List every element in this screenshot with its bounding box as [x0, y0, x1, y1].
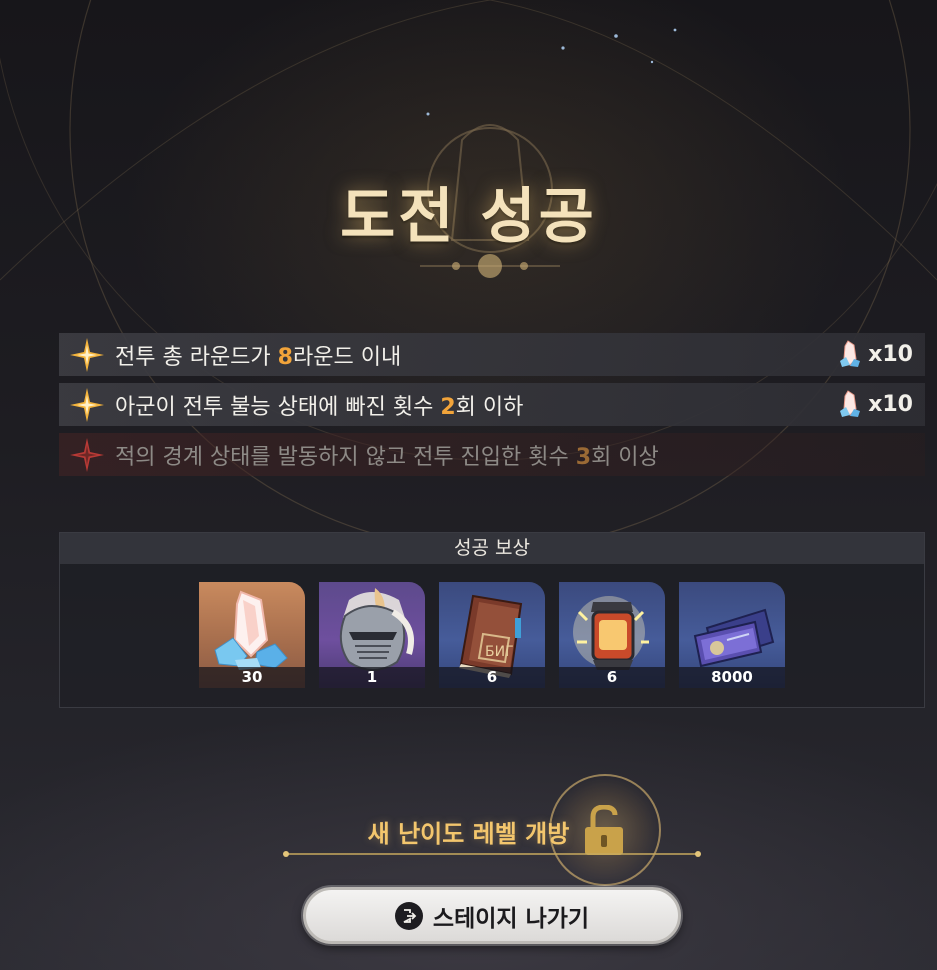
crystal-icon	[840, 340, 861, 367]
mission-text: 적의 경계 상태를 발동하지 않고 전투 진입한 횟수 3회 이상	[115, 444, 659, 470]
success-rewards-panel: 성공 보상 30 1 БИГ 6 6 8000	[59, 532, 925, 708]
exit-stage-button[interactable]: 스테이지 나가기	[303, 887, 681, 944]
item-count: 30	[199, 667, 305, 688]
mission-list: 전투 총 라운드가 8라운드 이내 x10 아군이 전투 불능 상태에 빠진 횟…	[59, 333, 925, 483]
svg-text:БИГ: БИГ	[485, 644, 514, 660]
page-title: 도전 성공	[340, 182, 597, 252]
star-icon	[70, 337, 104, 372]
mission-highlight: 3	[575, 444, 592, 470]
mission-reward: x10	[836, 389, 913, 419]
unlocked-padlock-icon	[585, 805, 623, 855]
reward-quantity: x10	[868, 341, 913, 367]
reward-quantity: x10	[868, 391, 913, 417]
mission-row: 전투 총 라운드가 8라운드 이내 x10	[59, 333, 925, 376]
mission-row-failed: 적의 경계 상태를 발동하지 않고 전투 진입한 횟수 3회 이상	[59, 433, 925, 476]
mission-highlight: 2	[440, 394, 456, 420]
reward-item[interactable]: 8000	[679, 582, 785, 688]
reward-item-list: 30 1 БИГ 6 6 8000	[199, 582, 799, 688]
unlock-message: 새 난이도 레벨 개방	[367, 820, 570, 848]
mission-text: 전투 총 라운드가 8라운드 이내	[115, 344, 402, 370]
mission-text: 아군이 전투 불능 상태에 빠진 횟수 2회 이하	[115, 394, 524, 420]
exit-icon	[394, 901, 423, 930]
star-failed-icon	[70, 437, 104, 472]
mission-row: 아군이 전투 불능 상태에 빠진 횟수 2회 이하 x10	[59, 383, 925, 426]
rewards-header: 성공 보상	[60, 533, 924, 564]
mission-reward: x10	[836, 339, 913, 369]
item-count: 6	[559, 667, 665, 688]
crystal-icon	[840, 390, 861, 417]
reward-item[interactable]: 6	[559, 582, 665, 688]
exit-button-label: 스테이지 나가기	[432, 905, 590, 932]
reward-item[interactable]: БИГ 6	[439, 582, 545, 688]
reward-item[interactable]: 1	[319, 582, 425, 688]
item-count: 1	[319, 667, 425, 688]
mission-highlight: 8	[277, 344, 293, 370]
unlock-divider	[283, 851, 701, 857]
item-count: 8000	[679, 667, 785, 688]
reward-item[interactable]: 30	[199, 582, 305, 688]
item-count: 6	[439, 667, 545, 688]
star-icon	[70, 387, 104, 422]
